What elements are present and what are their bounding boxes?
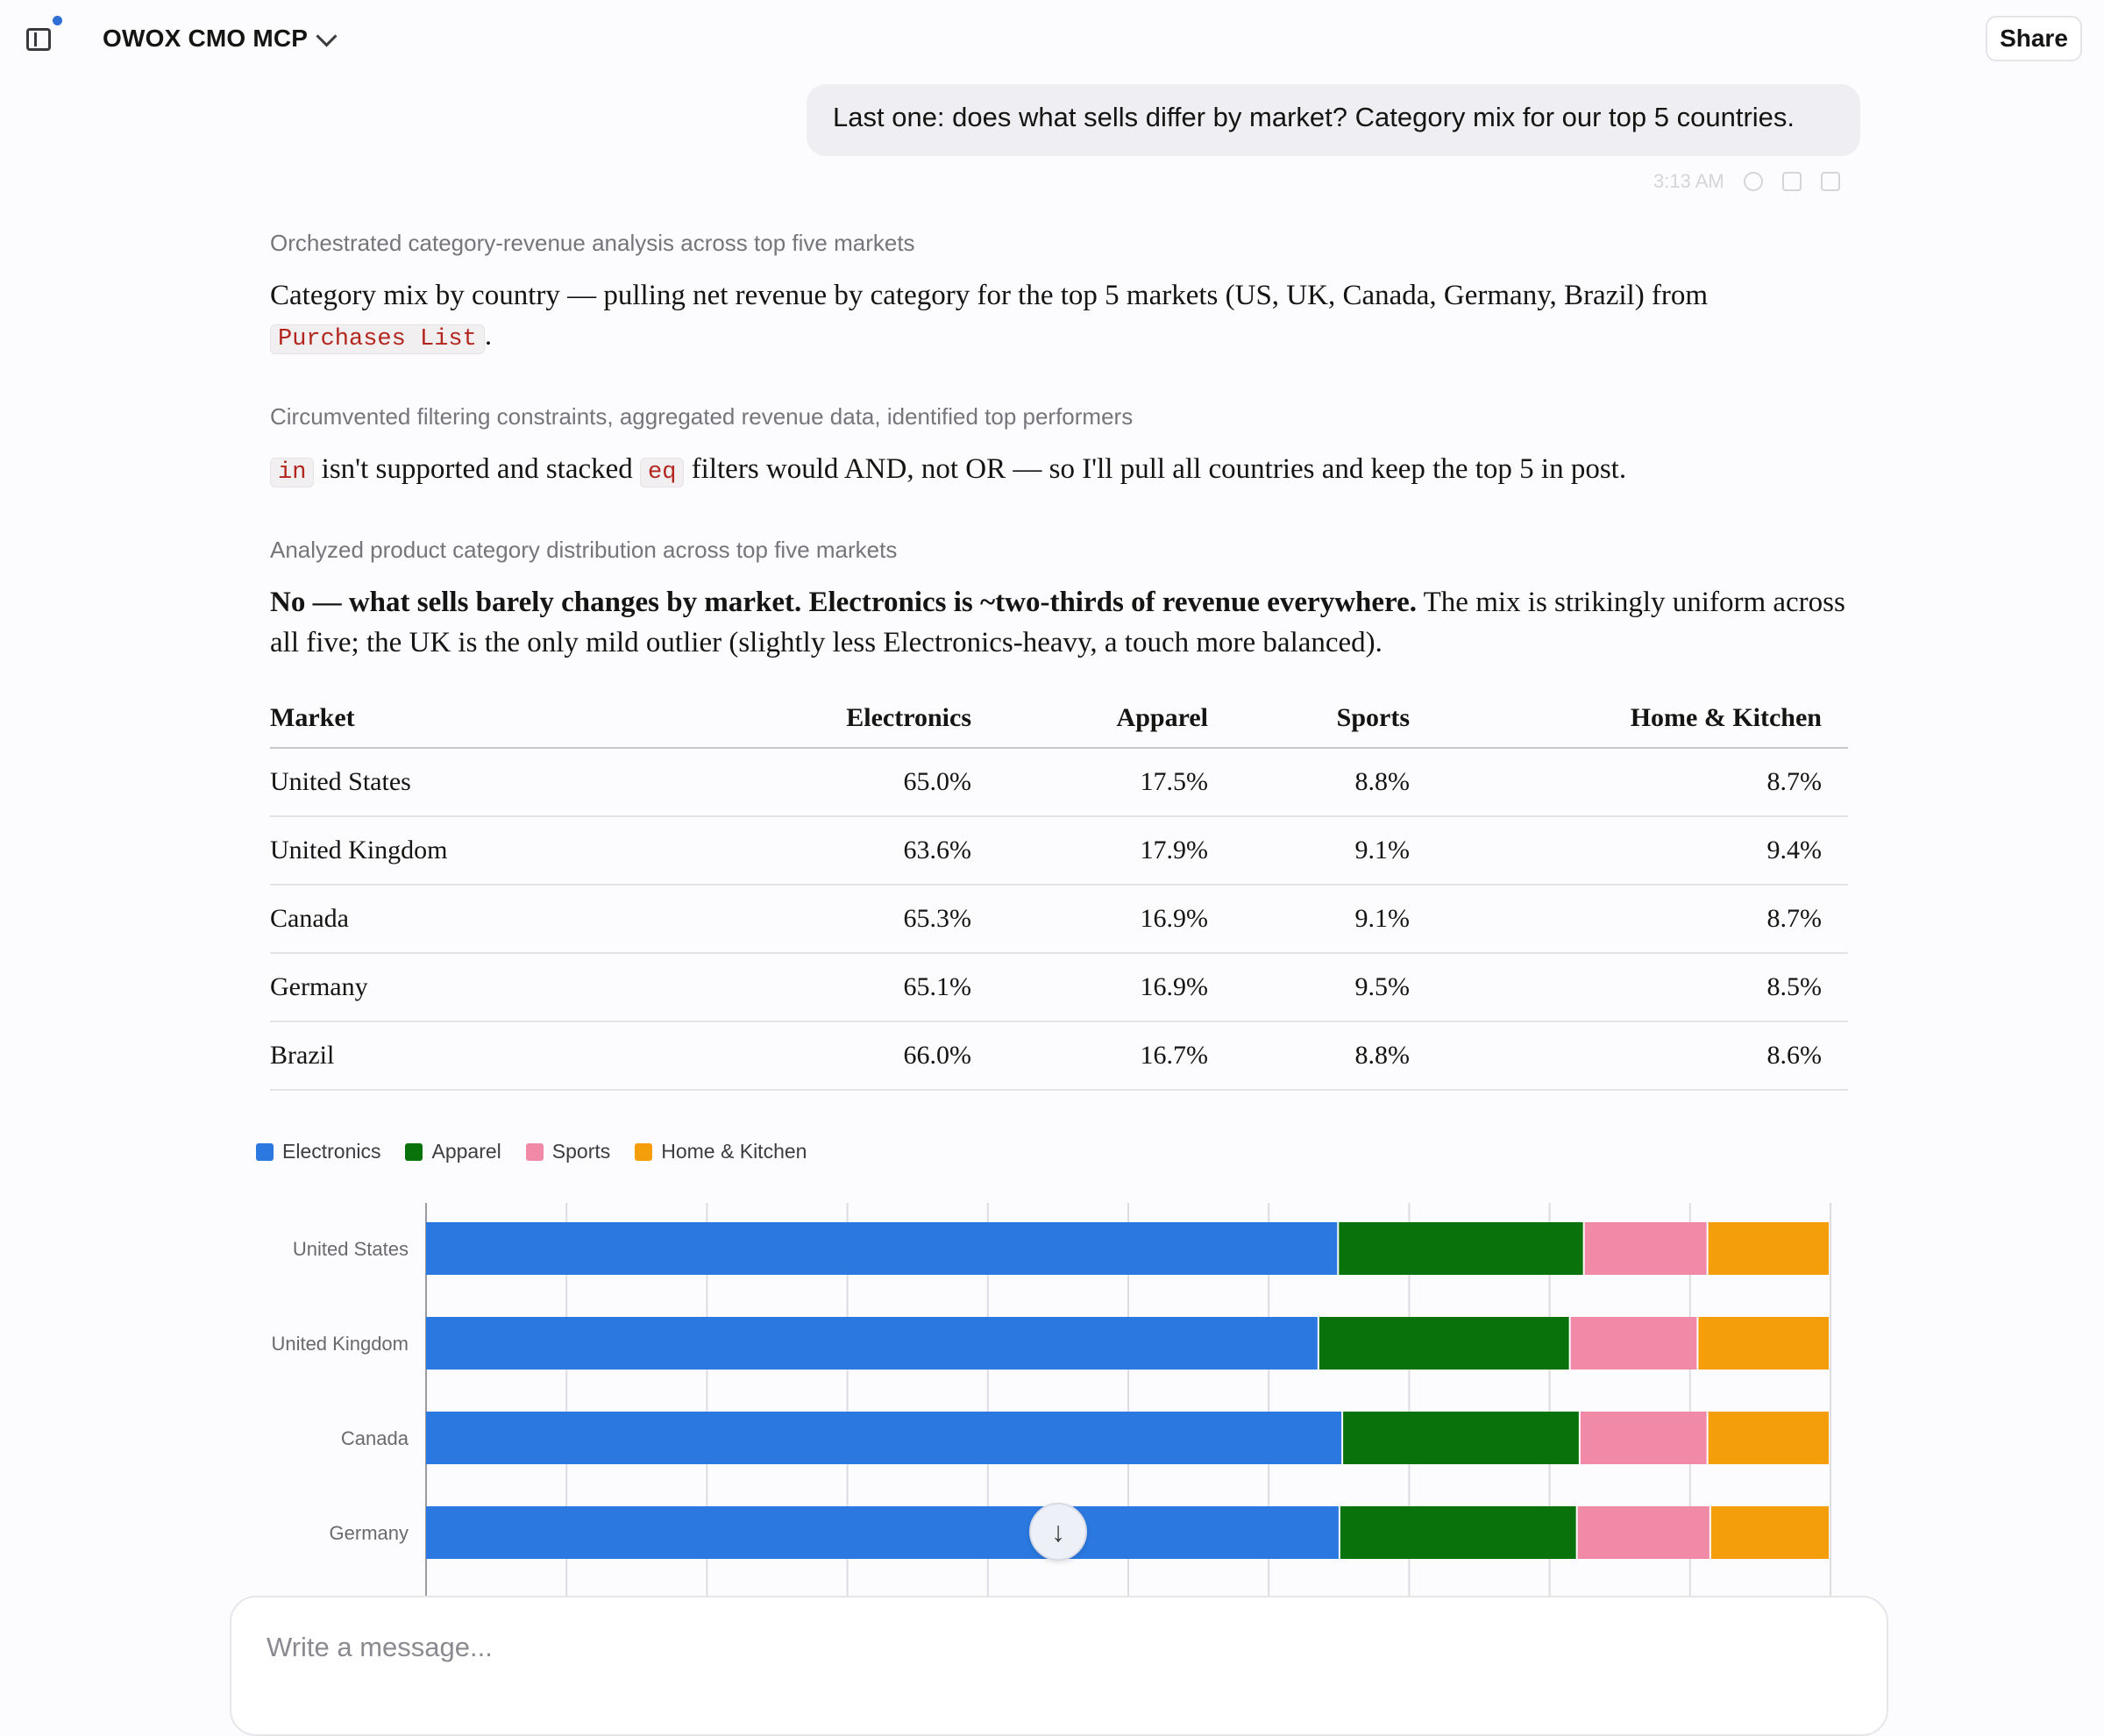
message-composer bbox=[230, 1596, 1888, 1736]
y-tick-label: United Kingdom bbox=[271, 1333, 409, 1355]
bar-segment[interactable] bbox=[1343, 1412, 1579, 1464]
bar-segment[interactable] bbox=[1710, 1506, 1829, 1559]
arrow-down-icon: ↓ bbox=[1051, 1515, 1065, 1547]
bar-segment[interactable] bbox=[1698, 1317, 1829, 1370]
category-mix-chart: United States United Kingdom Canada Germany bbox=[271, 1203, 1831, 1596]
bar-segment[interactable] bbox=[1708, 1412, 1829, 1464]
bar-segment[interactable] bbox=[426, 1506, 1339, 1559]
message-input[interactable] bbox=[265, 1631, 1759, 1664]
bar-segment[interactable] bbox=[1584, 1222, 1707, 1275]
bar-segment[interactable] bbox=[426, 1222, 1338, 1275]
bar-segment[interactable] bbox=[1708, 1222, 1829, 1275]
bar-segment[interactable] bbox=[1339, 1222, 1583, 1275]
y-tick-label: Germany bbox=[330, 1522, 409, 1544]
bar-segment[interactable] bbox=[1580, 1412, 1707, 1464]
bar-segment[interactable] bbox=[1577, 1506, 1710, 1559]
scroll-down-button[interactable]: ↓ bbox=[1029, 1503, 1087, 1561]
bar-segment[interactable] bbox=[426, 1317, 1318, 1370]
bar-segment[interactable] bbox=[1570, 1317, 1697, 1370]
bar-segment[interactable] bbox=[1340, 1506, 1576, 1559]
y-tick-label: United States bbox=[293, 1238, 409, 1260]
bar-segment[interactable] bbox=[426, 1412, 1342, 1464]
y-tick-label: Canada bbox=[341, 1427, 409, 1449]
bar-segment[interactable] bbox=[1319, 1317, 1569, 1370]
